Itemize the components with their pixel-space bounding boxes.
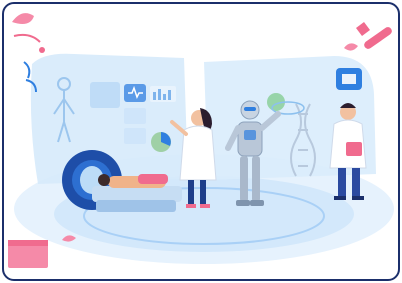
medical-tech-illustration bbox=[8, 13, 394, 268]
small-panel bbox=[124, 108, 146, 124]
small-panel bbox=[124, 128, 146, 144]
gift-box-decoration bbox=[8, 235, 76, 268]
thumbs-up-icon bbox=[336, 68, 362, 90]
illustration-frame bbox=[2, 2, 400, 281]
pie-chart-icon bbox=[151, 132, 171, 152]
flower-decoration-top-left bbox=[12, 13, 45, 53]
clipboard-icon bbox=[346, 142, 362, 156]
decoration-top-right bbox=[344, 22, 392, 51]
spine-scan-panel bbox=[90, 82, 120, 108]
